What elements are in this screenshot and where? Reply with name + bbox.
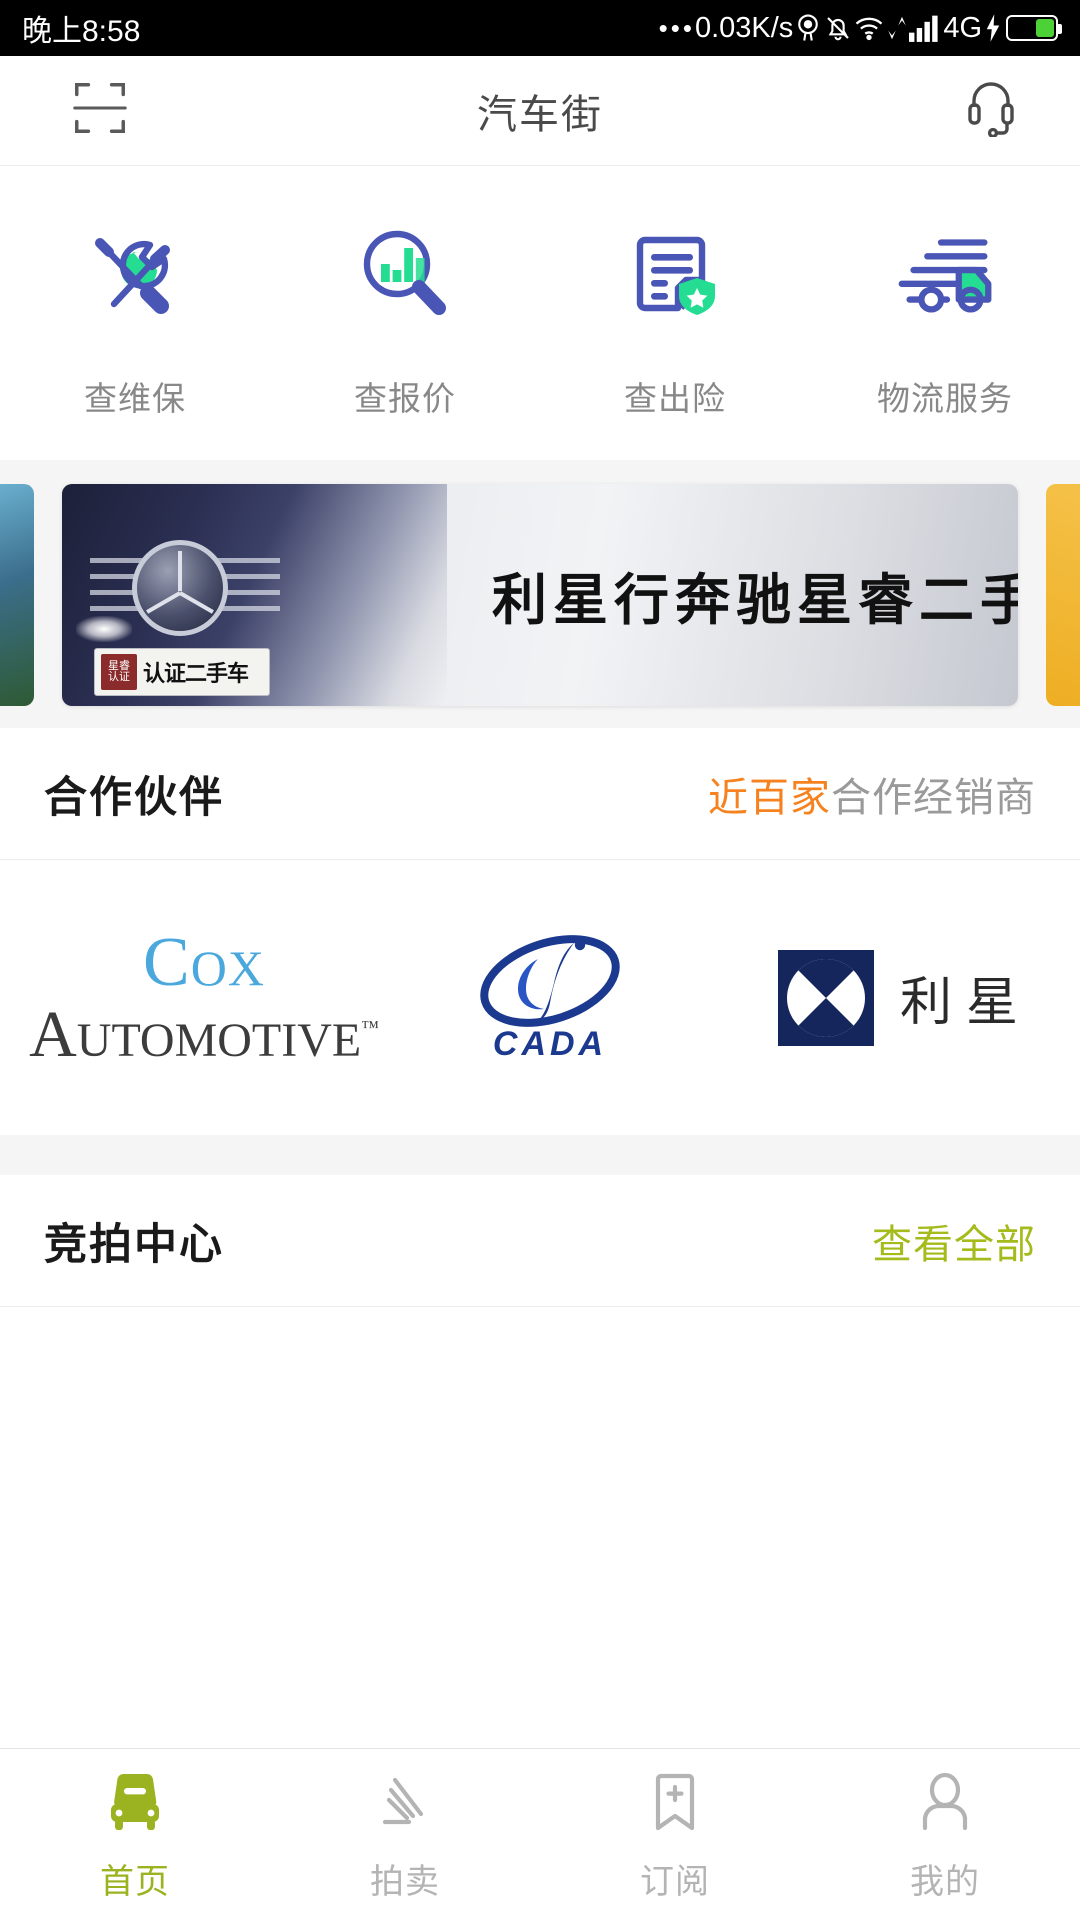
partner-count-link[interactable]: 近百家合作经销商 [708,765,1036,823]
status-time: 晚上8:58 [22,15,141,48]
plate-badge: 星睿 认证 [101,654,137,690]
lixinghang-logo-text: 利星 [899,973,1032,1033]
quick-entry-label: 物流服务 [877,380,1013,417]
charging-bolt-icon [982,13,1004,43]
quick-entry-label: 查出险 [624,380,726,417]
plate-text: 认证二手车 [143,661,249,686]
quick-entry-chachuxian[interactable]: 查出险 [540,220,810,420]
tab-auction-label: 拍卖 [370,1863,440,1901]
partner-count-highlight: 近百家 [708,775,831,820]
customer-support-button[interactable] [964,79,1018,142]
cox-logo-line2: AUTOMOTIVE™ [29,997,379,1071]
status-overflow-dots-icon: ••• [658,12,695,43]
partner-section-title: 合作伙伴 [44,773,224,822]
cada-mark-icon [470,931,630,1031]
partner-section-header: 合作伙伴 近百家合作经销商 [0,728,1080,860]
delivery-truck-icon [886,220,1004,328]
banner-slide-current[interactable]: 星睿 认证 认证二手车 利星行奔驰星睿二手车 [62,484,1018,706]
tab-subscribe-label: 订阅 [640,1863,710,1901]
section-divider [0,1135,1080,1175]
page-title: 汽车街 [477,92,603,137]
gavel-icon [369,1766,441,1840]
banner-slide-previous[interactable] [0,484,34,706]
tab-auction[interactable]: 拍卖 [270,1749,540,1920]
banner-slide-next[interactable] [1046,484,1080,706]
tab-profile[interactable]: 我的 [810,1749,1080,1920]
trademark-mark: ™ [361,1016,379,1037]
mute-bell-icon [823,13,853,43]
banner-car-photo: 星睿 认证 认证二手车 [62,484,447,706]
license-plate: 星睿 认证 认证二手车 [94,648,270,696]
data-transfer-icon [885,13,909,43]
car-icon [99,1766,171,1840]
location-icon [793,13,823,43]
status-bar: 晚上8:58 ••• 0.03K/s 4G [0,0,1080,56]
bookmark-plus-icon [639,1766,711,1840]
quick-entry-label: 查维保 [84,380,186,417]
status-network-speed: 0.03K/s [694,11,794,44]
quick-entry-grid: 查维保 查报价 查出险 物流服务 [0,166,1080,460]
auction-list [0,1307,1080,1403]
status-network-type: 4G [943,11,982,44]
quick-entry-chabaojia[interactable]: 查报价 [270,220,540,420]
cox-logo-line1: COX [143,923,265,1001]
auction-view-all-link[interactable]: 查看全部 [872,1212,1036,1270]
app-header: 汽车街 [0,56,1080,166]
mercedes-star-icon [132,540,228,636]
tab-home[interactable]: 首页 [0,1749,270,1920]
signal-bars-icon [909,14,943,42]
document-shield-star-icon [621,220,729,328]
bottom-tab-bar: 首页 拍卖 订阅 我的 [0,1748,1080,1920]
tab-home-label: 首页 [100,1863,170,1901]
banner-title: 利星行奔驰星睿二手车 [492,567,1018,632]
auction-section-header: 竞拍中心 查看全部 [0,1175,1080,1307]
banner-track: 星睿 认证 认证二手车 利星行奔驰星睿二手车 [0,484,1080,706]
car-headlight [76,616,132,642]
tools-wrench-screwdriver-icon [81,220,189,328]
person-icon [909,1766,981,1840]
scan-button[interactable] [70,77,130,144]
banner-carousel[interactable]: 星睿 认证 认证二手车 利星行奔驰星睿二手车 [0,460,1080,728]
cox-automotive-logo[interactable]: COX AUTOMOTIVE™ [8,923,400,1071]
tab-profile-label: 我的 [910,1863,980,1901]
wifi-icon [853,13,885,43]
quick-entry-wuliufuwu[interactable]: 物流服务 [810,220,1080,420]
quick-entry-label: 查报价 [354,380,456,417]
battery-icon [1006,15,1062,41]
auction-section-title: 竞拍中心 [44,1220,224,1269]
tab-subscribe[interactable]: 订阅 [540,1749,810,1920]
partner-count-rest: 合作经销商 [831,775,1036,820]
quick-entry-chaweibao[interactable]: 查维保 [0,220,270,420]
lixinghang-logo[interactable]: 利星 [700,949,1080,1046]
magnifier-bar-chart-icon [351,220,459,328]
partner-logo-row[interactable]: COX AUTOMOTIVE™ CADA 利星 [0,860,1080,1135]
cada-logo[interactable]: CADA [400,931,700,1064]
lixinghang-mark-icon [777,949,874,1046]
